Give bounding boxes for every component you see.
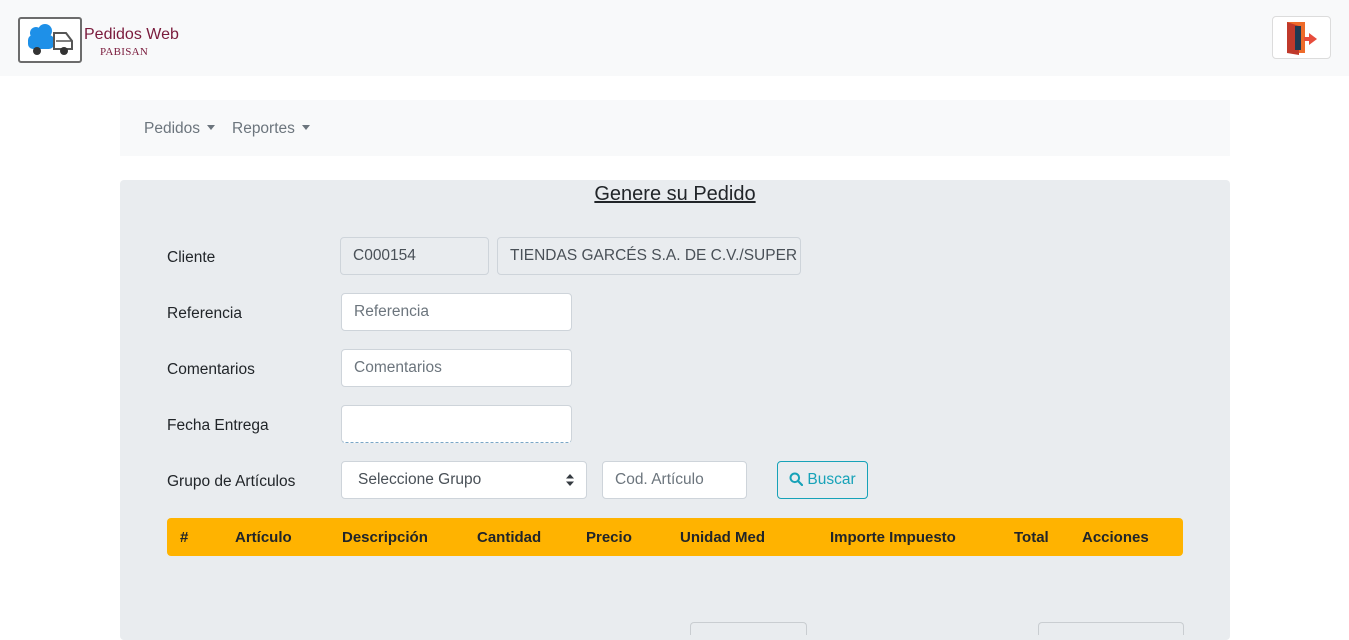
caret-down-icon [207, 125, 216, 130]
logo-subtitle: PABISAN [100, 46, 149, 58]
items-table-header: # Artículo Descripción Cantidad Precio U… [167, 518, 1183, 556]
top-header: Pedidos Web PABISAN [0, 0, 1349, 76]
col-cantidad: Cantidad [477, 529, 542, 546]
logout-button[interactable] [1272, 16, 1331, 59]
referencia-label: Referencia [167, 305, 242, 322]
buscar-label: Buscar [807, 471, 856, 488]
nav-pedidos-dropdown[interactable]: Pedidos [144, 120, 216, 138]
codigo-articulo-input[interactable]: Cod. Artículo [602, 461, 747, 499]
nav-reportes-label: Reportes [232, 120, 295, 137]
col-articulo: Artículo [235, 529, 292, 546]
main-nav: Pedidos Reportes [120, 100, 1230, 156]
buscar-button[interactable]: Buscar [777, 461, 868, 499]
col-precio: Precio [586, 529, 632, 546]
grupo-select[interactable]: Seleccione Grupo [341, 461, 587, 499]
search-icon [789, 472, 804, 487]
comentarios-label: Comentarios [167, 361, 255, 378]
caret-down-icon [301, 125, 310, 130]
footer-field-partial[interactable] [690, 622, 807, 635]
nav-reportes-dropdown[interactable]: Reportes [232, 120, 310, 138]
grupo-articulos-label: Grupo de Artículos [167, 473, 296, 490]
fecha-entrega-label: Fecha Entrega [167, 417, 269, 434]
col-number: # [180, 529, 189, 546]
order-form-card: Genere su Pedido Cliente C000154 TIENDAS… [120, 180, 1230, 640]
referencia-input[interactable]: Referencia [341, 293, 572, 331]
footer-field-partial[interactable] [1038, 622, 1184, 635]
app-logo[interactable]: Pedidos Web PABISAN [18, 17, 183, 63]
page-title: Genere su Pedido [594, 183, 756, 205]
logo-title: Pedidos Web [84, 26, 179, 43]
cliente-label: Cliente [167, 249, 216, 266]
col-total: Total [1014, 529, 1049, 546]
col-unidad-med: Unidad Med [680, 529, 765, 546]
nav-pedidos-label: Pedidos [144, 120, 201, 137]
col-descripcion: Descripción [342, 529, 428, 546]
col-acciones: Acciones [1082, 529, 1149, 546]
grupo-selected-value: Seleccione Grupo [358, 471, 482, 488]
fecha-entrega-input[interactable] [341, 405, 572, 443]
select-arrows-icon [566, 474, 574, 486]
logout-door-icon [1287, 22, 1317, 55]
delivery-truck-icon [18, 17, 82, 63]
col-importe-impuesto: Importe Impuesto [830, 529, 956, 546]
comentarios-input[interactable]: Comentarios [341, 349, 572, 387]
cliente-code-field: C000154 [340, 237, 489, 275]
cliente-name-field: TIENDAS GARCÉS S.A. DE C.V./SUPER KC [497, 237, 801, 275]
